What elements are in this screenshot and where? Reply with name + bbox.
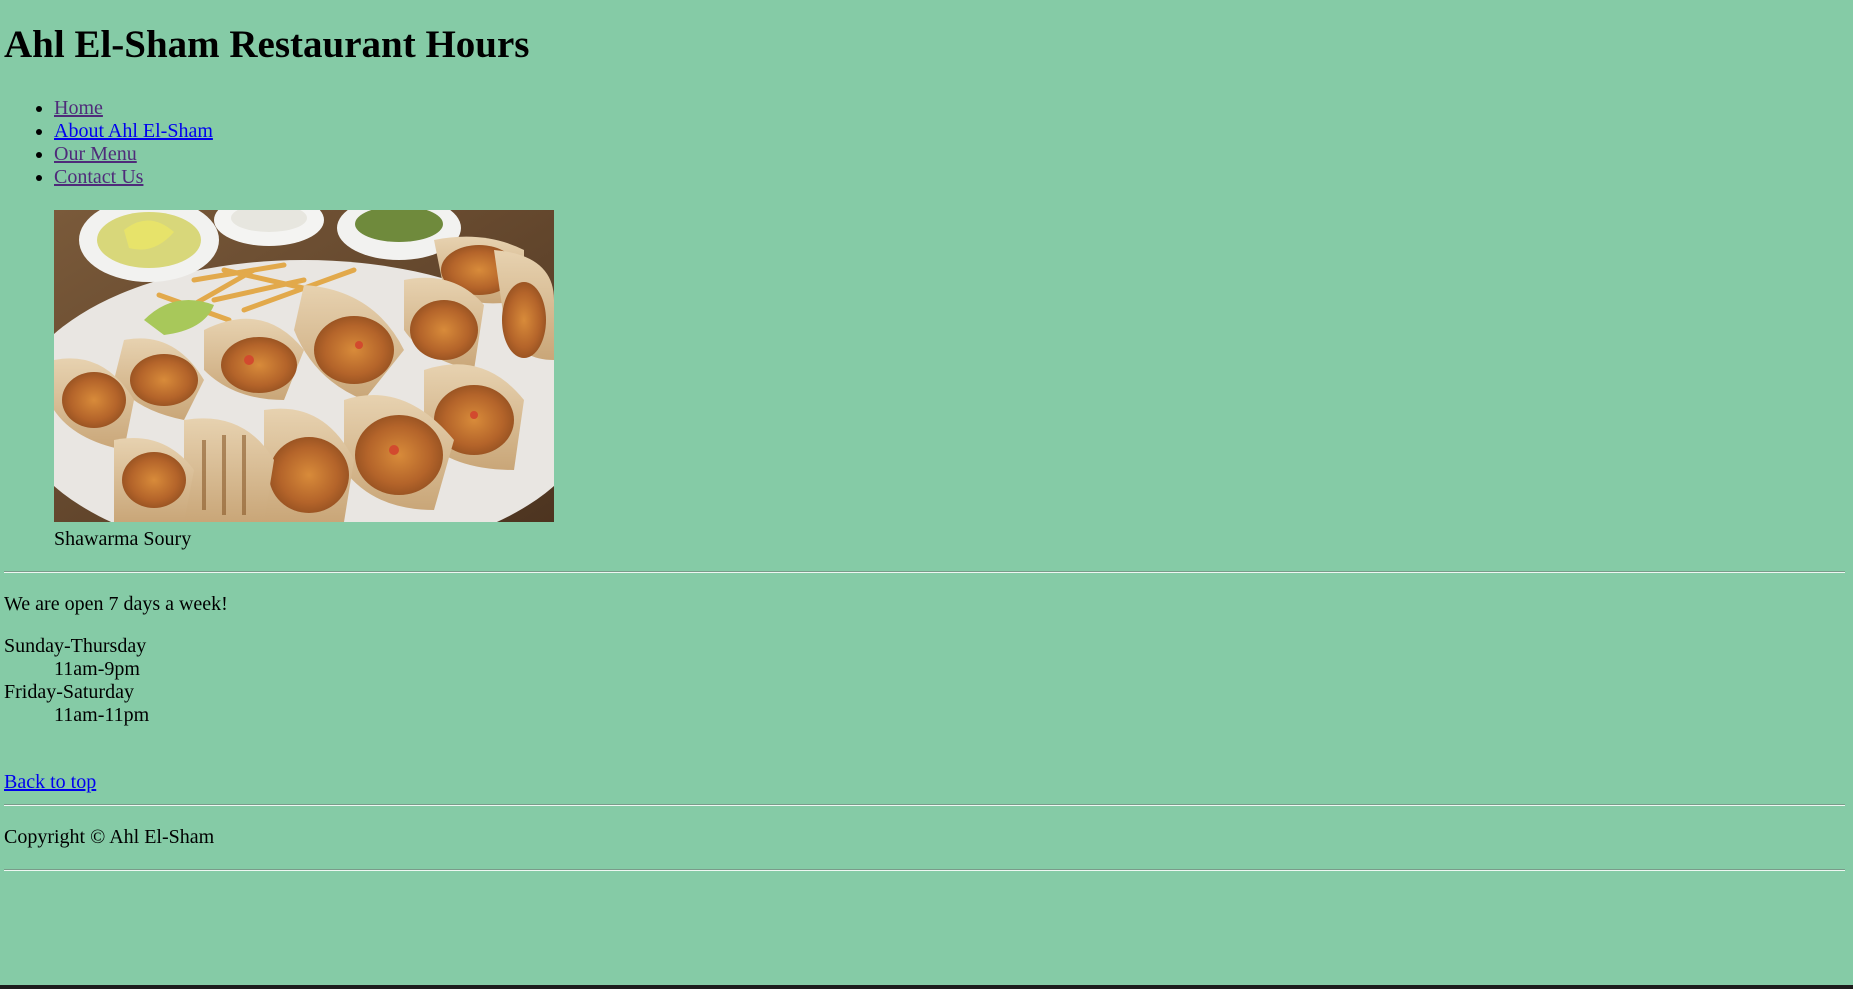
page-title: Ahl El-Sham Restaurant Hours bbox=[4, 23, 530, 66]
shawarma-photo bbox=[54, 210, 554, 522]
hours-days: Sunday-Thursday bbox=[4, 635, 147, 657]
main-nav: Home About Ahl El-Sham Our Menu Contact … bbox=[4, 97, 213, 189]
nav-item-about: About Ahl El-Sham bbox=[54, 120, 213, 143]
nav-item-contact: Contact Us bbox=[54, 166, 213, 189]
nav-link-about[interactable]: About Ahl El-Sham bbox=[54, 120, 213, 142]
divider-bottom bbox=[4, 869, 1845, 871]
nav-item-home: Home bbox=[54, 97, 213, 120]
divider-top bbox=[4, 571, 1845, 573]
back-to-top-link[interactable]: Back to top bbox=[4, 770, 96, 794]
shawarma-image bbox=[54, 210, 554, 522]
food-figure: Shawarma Soury bbox=[54, 210, 554, 551]
nav-link-home[interactable]: Home bbox=[54, 97, 103, 119]
nav-link-contact[interactable]: Contact Us bbox=[54, 166, 143, 188]
window-bottom-edge bbox=[0, 985, 1853, 989]
open-days-note: We are open 7 days a week! bbox=[4, 593, 228, 615]
nav-link-menu[interactable]: Our Menu bbox=[54, 143, 137, 165]
copyright-text: Copyright © Ahl El-Sham bbox=[4, 826, 215, 848]
hours-list: Sunday-Thursday 11am-9pm Friday-Saturday… bbox=[4, 635, 149, 727]
figure-caption: Shawarma Soury bbox=[54, 528, 192, 550]
hours-days: Friday-Saturday bbox=[4, 681, 134, 703]
nav-item-menu: Our Menu bbox=[54, 143, 213, 166]
hours-time: 11am-11pm bbox=[54, 704, 150, 726]
divider-middle bbox=[4, 804, 1845, 806]
hours-time: 11am-9pm bbox=[54, 658, 140, 680]
